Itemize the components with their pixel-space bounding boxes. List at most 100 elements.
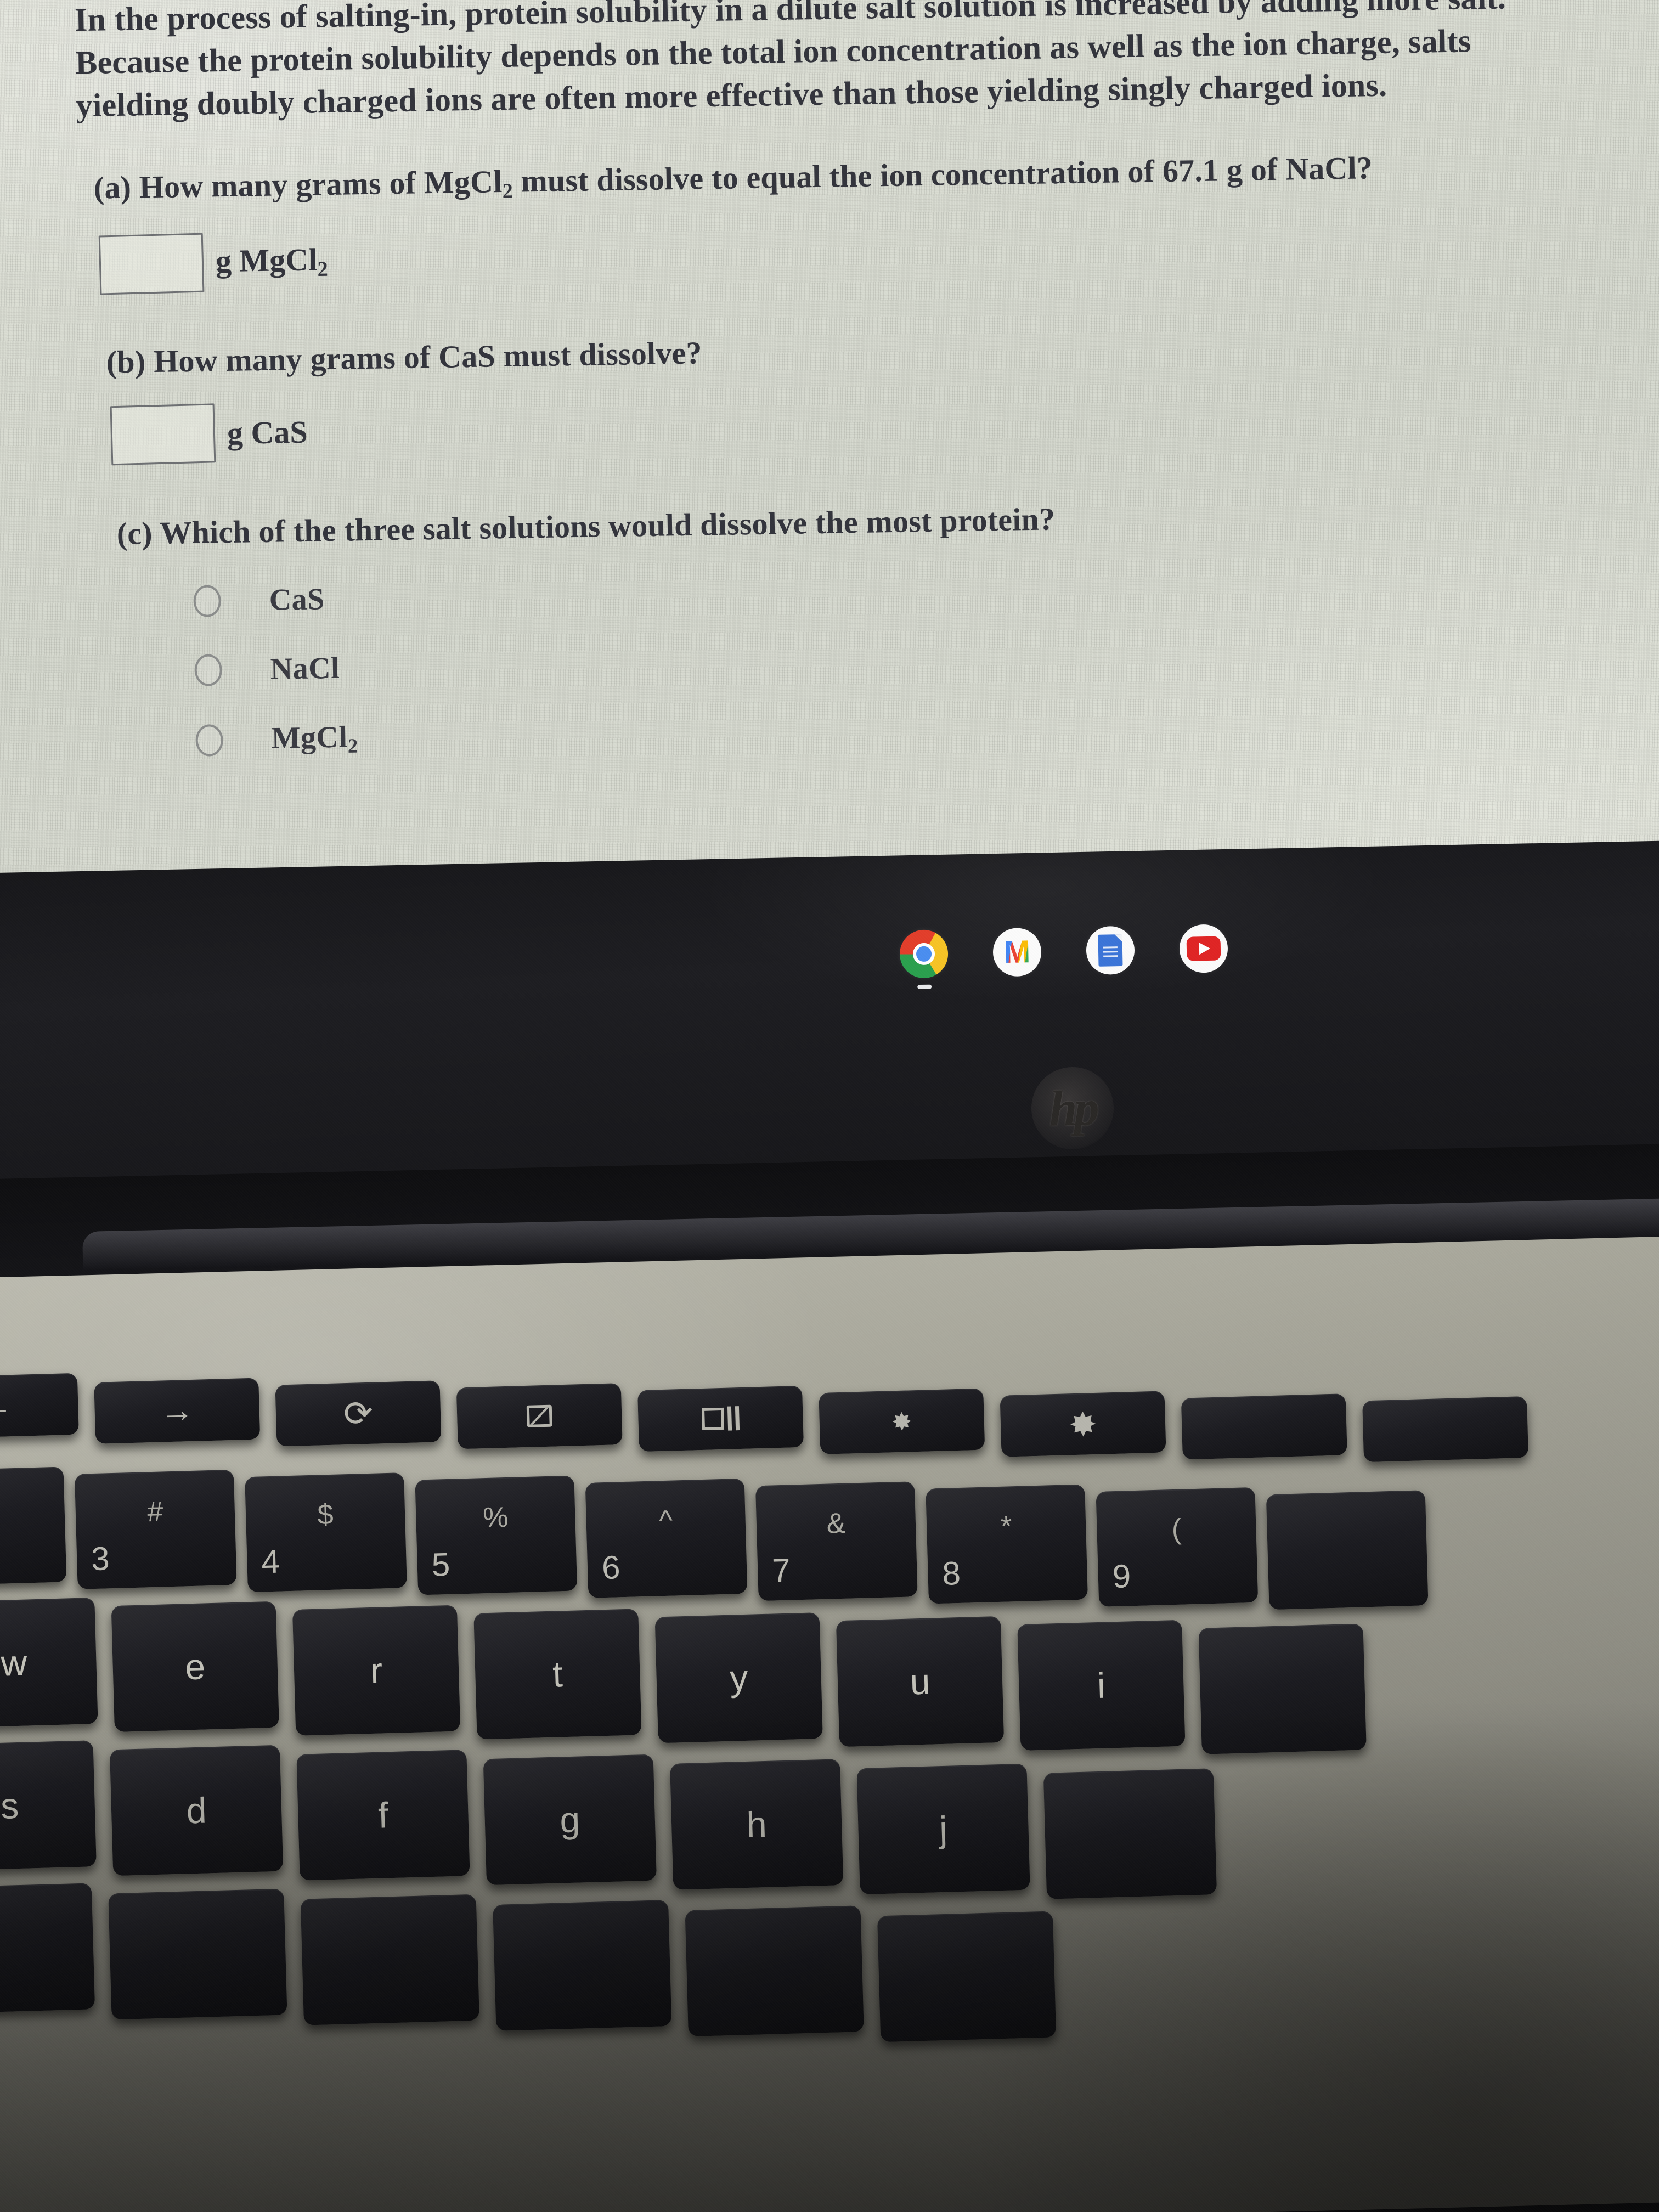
option-label-mgcl2-text: MgCl — [271, 720, 348, 755]
key-r-label: r — [370, 1650, 383, 1691]
chrome-active-indicator — [917, 984, 932, 990]
key-5[interactable]: % 5 — [415, 1475, 578, 1595]
key-b[interactable] — [493, 1900, 672, 2031]
key-5-shift: % — [482, 1501, 509, 1534]
key-h-label: h — [746, 1803, 768, 1845]
key-c[interactable] — [108, 1888, 287, 2020]
question-b-text: How many grams of CaS must dissolve? — [153, 335, 703, 379]
question-b: (b) How many grams of CaS must dissolve? — [80, 319, 1635, 381]
key-w-label: w — [0, 1642, 28, 1684]
option-label-nacl: NaCl — [270, 651, 340, 686]
answer-input-a[interactable] — [98, 233, 205, 295]
radio-button-icon[interactable] — [195, 724, 224, 757]
key-x[interactable] — [0, 1883, 95, 2015]
key-0[interactable] — [1266, 1490, 1429, 1610]
question-c: (c) Which of the three salt solutions wo… — [82, 491, 1638, 552]
youtube-icon[interactable] — [1179, 924, 1228, 973]
key-j[interactable]: j — [856, 1763, 1030, 1895]
answer-input-b[interactable] — [110, 403, 216, 465]
reload-icon — [343, 1396, 373, 1431]
key-m[interactable] — [877, 1911, 1057, 2042]
laptop-keyboard: @ 2 # 3 $ 4 % 5 ^ 6 & 7 * 8 ( 9 — [0, 1310, 1659, 2212]
key-i[interactable]: i — [1017, 1620, 1186, 1751]
key-r[interactable]: r — [292, 1605, 461, 1736]
question-a: (a) How many grams of MgCl2 must dissolv… — [77, 145, 1633, 210]
question-c-label: (c) — [116, 515, 153, 551]
overview-key[interactable] — [637, 1385, 804, 1452]
key-t[interactable]: t — [473, 1609, 642, 1740]
key-7[interactable]: & 7 — [755, 1481, 918, 1601]
key-d-label: d — [185, 1790, 207, 1831]
key-4[interactable]: $ 4 — [245, 1472, 407, 1593]
key-v[interactable] — [300, 1894, 479, 2025]
key-4-shift: $ — [317, 1498, 334, 1531]
key-e[interactable]: e — [111, 1601, 279, 1733]
key-s-label: s — [0, 1785, 20, 1826]
option-label-mgcl2-sub: 2 — [347, 734, 359, 757]
fullscreen-key[interactable] — [456, 1383, 623, 1449]
key-6[interactable]: ^ 6 — [585, 1478, 748, 1598]
question-c-options: CaS NaCl MgCl2 — [83, 561, 1641, 761]
key-8[interactable]: * 8 — [926, 1484, 1088, 1604]
key-7-shift: & — [826, 1507, 847, 1540]
key-h[interactable]: h — [670, 1759, 844, 1890]
radio-button-icon[interactable] — [194, 653, 223, 686]
option-nacl[interactable]: NaCl — [194, 630, 1640, 687]
key-t-label: t — [552, 1654, 563, 1695]
key-k[interactable] — [1043, 1768, 1217, 1899]
brightness-up-key[interactable] — [1000, 1391, 1166, 1457]
answer-row-b: g CaS — [81, 381, 1637, 465]
back-key[interactable] — [0, 1373, 79, 1440]
chrome-icon-hub — [912, 943, 935, 966]
key-y-label: y — [729, 1657, 749, 1699]
key-i-label: i — [1096, 1664, 1106, 1706]
key-2[interactable]: @ 2 — [0, 1466, 67, 1587]
key-4-label: 4 — [261, 1543, 280, 1580]
radio-button-icon[interactable] — [193, 584, 222, 617]
answer-unit-a-text: g MgCl — [215, 241, 318, 279]
chromeos-shelf: M — [899, 924, 1228, 990]
key-3[interactable]: # 3 — [74, 1469, 237, 1589]
brightness-down-key[interactable] — [819, 1388, 985, 1454]
reload-key[interactable] — [275, 1380, 442, 1447]
key-g[interactable]: g — [483, 1754, 657, 1886]
forward-key[interactable] — [94, 1378, 261, 1444]
key-w[interactable]: w — [0, 1598, 98, 1729]
key-d[interactable]: d — [109, 1745, 284, 1876]
google-docs-icon-page — [1098, 934, 1123, 967]
key-n[interactable] — [685, 1905, 864, 2037]
youtube-icon-body — [1186, 936, 1221, 961]
question-a-text-before: How many grams of MgCl — [139, 163, 503, 205]
intro-paragraph: In the process of salting-in, protein so… — [74, 0, 1506, 124]
key-3-shift: # — [146, 1495, 164, 1528]
key-f[interactable]: f — [296, 1750, 470, 1881]
answer-unit-a-sub: 2 — [317, 257, 328, 281]
answer-row-a: g MgCl2 — [78, 211, 1634, 295]
key-e-label: e — [184, 1646, 206, 1688]
fn-key-8[interactable] — [1181, 1393, 1347, 1460]
hp-brand-logo-text: hp — [1048, 1080, 1097, 1137]
key-u[interactable]: u — [836, 1616, 1005, 1747]
question-a-label: (a) — [93, 169, 132, 206]
arrow-right-icon — [160, 1393, 195, 1429]
chrome-icon[interactable] — [899, 929, 949, 990]
answer-unit-b: g CaS — [227, 414, 308, 452]
fn-key-9[interactable] — [1362, 1396, 1529, 1463]
key-y[interactable]: y — [654, 1612, 823, 1743]
key-g-label: g — [559, 1799, 581, 1841]
option-mgcl2[interactable]: MgCl2 — [195, 699, 1641, 760]
option-label-mgcl2: MgCl2 — [271, 719, 358, 759]
google-docs-icon[interactable] — [1086, 926, 1135, 975]
key-5-label: 5 — [431, 1545, 451, 1583]
question-c-text: Which of the three salt solutions would … — [159, 500, 1056, 551]
key-8-label: 8 — [941, 1554, 961, 1592]
key-o[interactable] — [1198, 1623, 1367, 1754]
key-6-shift: ^ — [658, 1504, 673, 1537]
option-cas[interactable]: CaS — [193, 561, 1639, 618]
key-s[interactable]: s — [0, 1740, 97, 1871]
brightness-small-icon — [892, 1412, 911, 1431]
key-8-shift: * — [1000, 1510, 1013, 1543]
key-9[interactable]: ( 9 — [1096, 1487, 1259, 1607]
key-f-label: f — [377, 1795, 389, 1836]
gmail-icon[interactable]: M — [992, 927, 1042, 977]
